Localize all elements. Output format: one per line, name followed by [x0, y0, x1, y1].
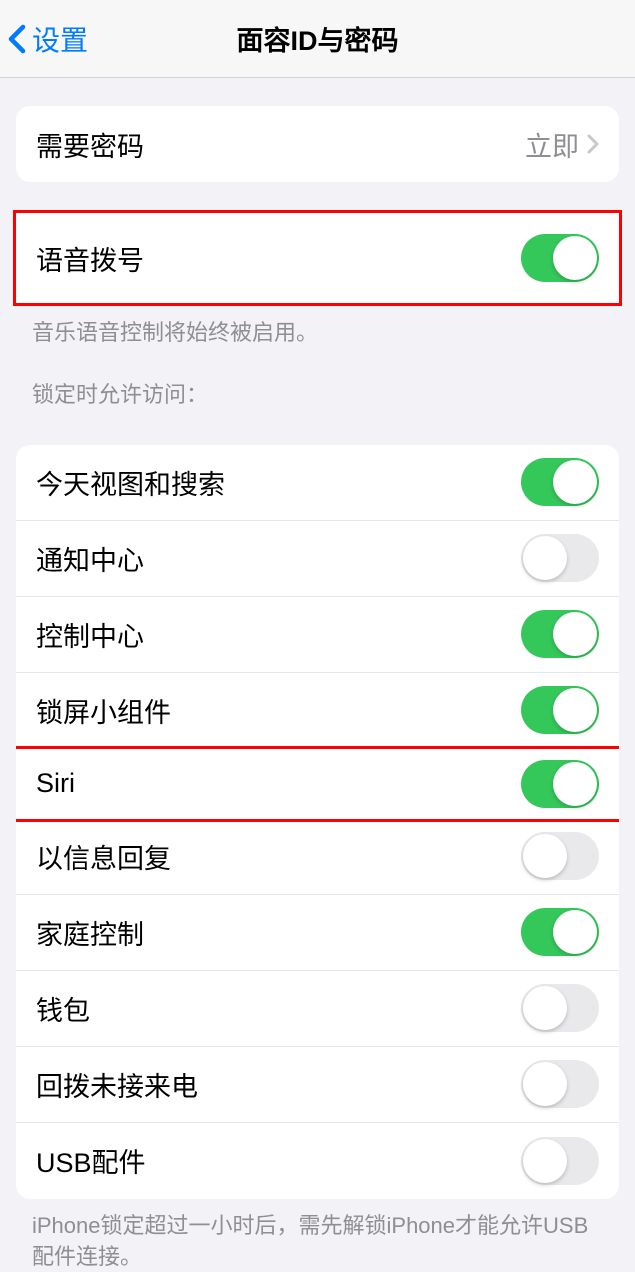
- allow-access-toggle[interactable]: [521, 984, 599, 1032]
- allow-access-label: 通知中心: [36, 539, 144, 578]
- allow-access-row: 锁屏小组件: [16, 673, 619, 749]
- navigation-bar: 设置 面容ID与密码: [0, 0, 635, 78]
- allow-access-row: USB配件: [16, 1123, 619, 1199]
- usb-footer: iPhone锁定超过一小时后，需先解锁iPhone才能允许USB配件连接。: [0, 1199, 635, 1272]
- allow-access-label: 控制中心: [36, 615, 144, 654]
- allow-access-toggle[interactable]: [521, 534, 599, 582]
- allow-access-label: 钱包: [36, 989, 90, 1028]
- allow-access-row: Siri: [16, 746, 619, 822]
- allow-access-toggle[interactable]: [521, 908, 599, 956]
- back-label: 设置: [32, 19, 88, 59]
- allow-access-row: 控制中心: [16, 597, 619, 673]
- chevron-left-icon: [8, 24, 26, 54]
- allow-access-group: 今天视图和搜索通知中心控制中心锁屏小组件 Siri 以信息回复家庭控制钱包回拨未接来…: [16, 445, 619, 1199]
- allow-access-row: 以信息回复: [16, 819, 619, 895]
- allow-access-label: 家庭控制: [36, 913, 144, 952]
- allow-access-label: USB配件: [36, 1141, 146, 1180]
- require-passcode-value: 立即: [525, 125, 579, 164]
- voice-dial-label: 语音拨号: [36, 239, 144, 278]
- allow-access-toggle[interactable]: [521, 1137, 599, 1185]
- allow-access-label: 今天视图和搜索: [36, 463, 225, 502]
- allow-access-row: 家庭控制: [16, 895, 619, 971]
- allow-access-label: 锁屏小组件: [36, 691, 171, 730]
- allow-access-label: Siri: [36, 768, 75, 799]
- allow-access-row: 通知中心: [16, 521, 619, 597]
- back-button[interactable]: 设置: [0, 19, 88, 59]
- allow-access-row: 今天视图和搜索: [16, 445, 619, 521]
- voice-dial-footer: 音乐语音控制将始终被启用。: [0, 306, 635, 349]
- require-passcode-group: 需要密码 立即: [16, 106, 619, 182]
- allow-access-toggle[interactable]: [521, 760, 599, 808]
- allow-access-toggle[interactable]: [521, 832, 599, 880]
- allow-access-label: 以信息回复: [36, 837, 171, 876]
- allow-access-toggle[interactable]: [521, 686, 599, 734]
- chevron-right-icon: [587, 134, 599, 154]
- page-title: 面容ID与密码: [237, 19, 399, 58]
- allow-access-header: 锁定时允许访问：: [0, 349, 635, 417]
- voice-dial-group: 语音拨号: [13, 210, 622, 306]
- allow-access-row: 回拨未接来电: [16, 1047, 619, 1123]
- allow-access-toggle[interactable]: [521, 1060, 599, 1108]
- allow-access-toggle[interactable]: [521, 458, 599, 506]
- allow-access-label: 回拨未接来电: [36, 1065, 198, 1104]
- voice-dial-toggle[interactable]: [521, 234, 599, 282]
- allow-access-toggle[interactable]: [521, 610, 599, 658]
- voice-dial-row: 语音拨号: [16, 213, 619, 303]
- require-passcode-label: 需要密码: [36, 125, 144, 164]
- require-passcode-row[interactable]: 需要密码 立即: [16, 106, 619, 182]
- allow-access-row: 钱包: [16, 971, 619, 1047]
